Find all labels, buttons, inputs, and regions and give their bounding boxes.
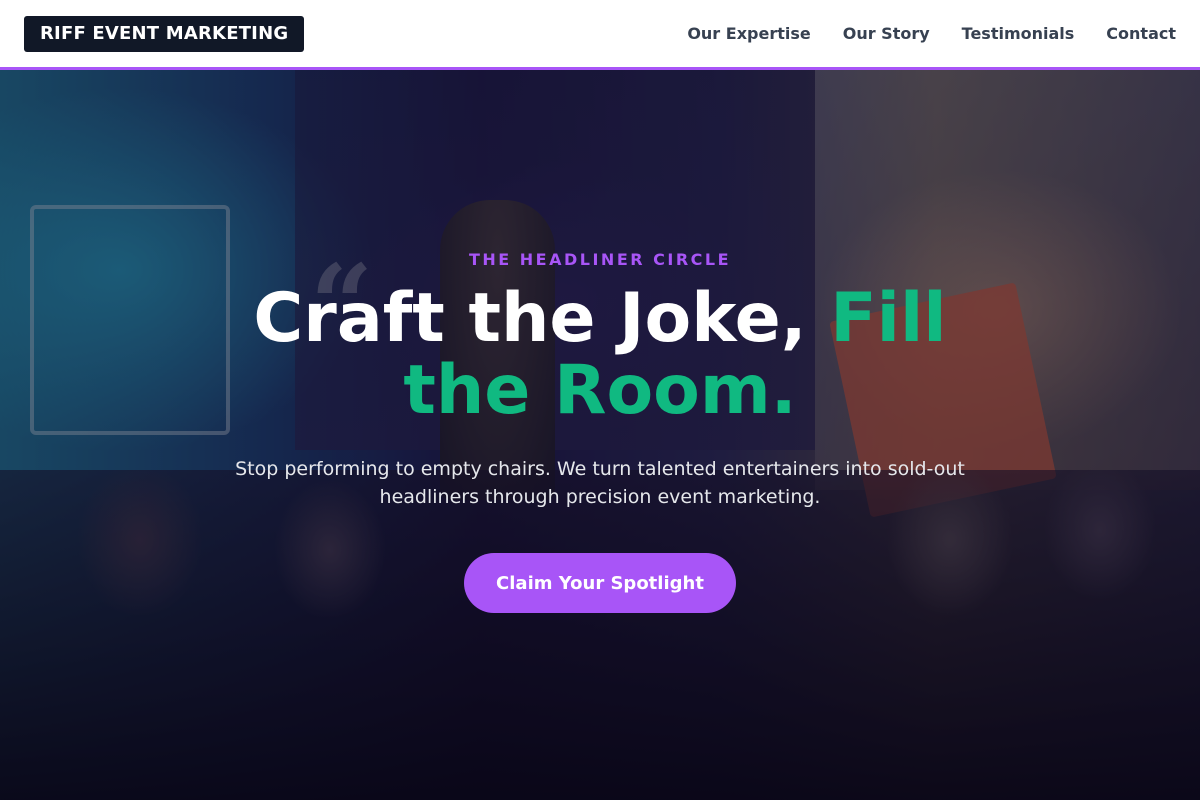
hero-section: “ THE HEADLINER CIRCLE Craft the Joke, F… [0, 70, 1200, 800]
hero-headline-main: Craft the Joke, [253, 279, 831, 358]
nav-link-contact[interactable]: Contact [1106, 24, 1176, 43]
hero-subtext: Stop performing to empty chairs. We turn… [235, 458, 965, 508]
nav-link-expertise[interactable]: Our Expertise [687, 24, 810, 43]
hero-content: THE HEADLINER CIRCLE Craft the Joke, Fil… [0, 70, 1200, 800]
nav-link-testimonials[interactable]: Testimonials [962, 24, 1075, 43]
main-nav: Our Expertise Our Story Testimonials Con… [687, 24, 1176, 43]
brand-logo[interactable]: RIFF EVENT MARKETING [24, 15, 305, 52]
hero-eyebrow: THE HEADLINER CIRCLE [468, 250, 732, 269]
hero-headline: Craft the Joke, Fill the Room. [210, 283, 990, 427]
site-header: RIFF EVENT MARKETING Our Expertise Our S… [0, 0, 1200, 70]
claim-spotlight-button[interactable]: Claim Your Spotlight [464, 553, 736, 613]
nav-link-story[interactable]: Our Story [843, 24, 930, 43]
